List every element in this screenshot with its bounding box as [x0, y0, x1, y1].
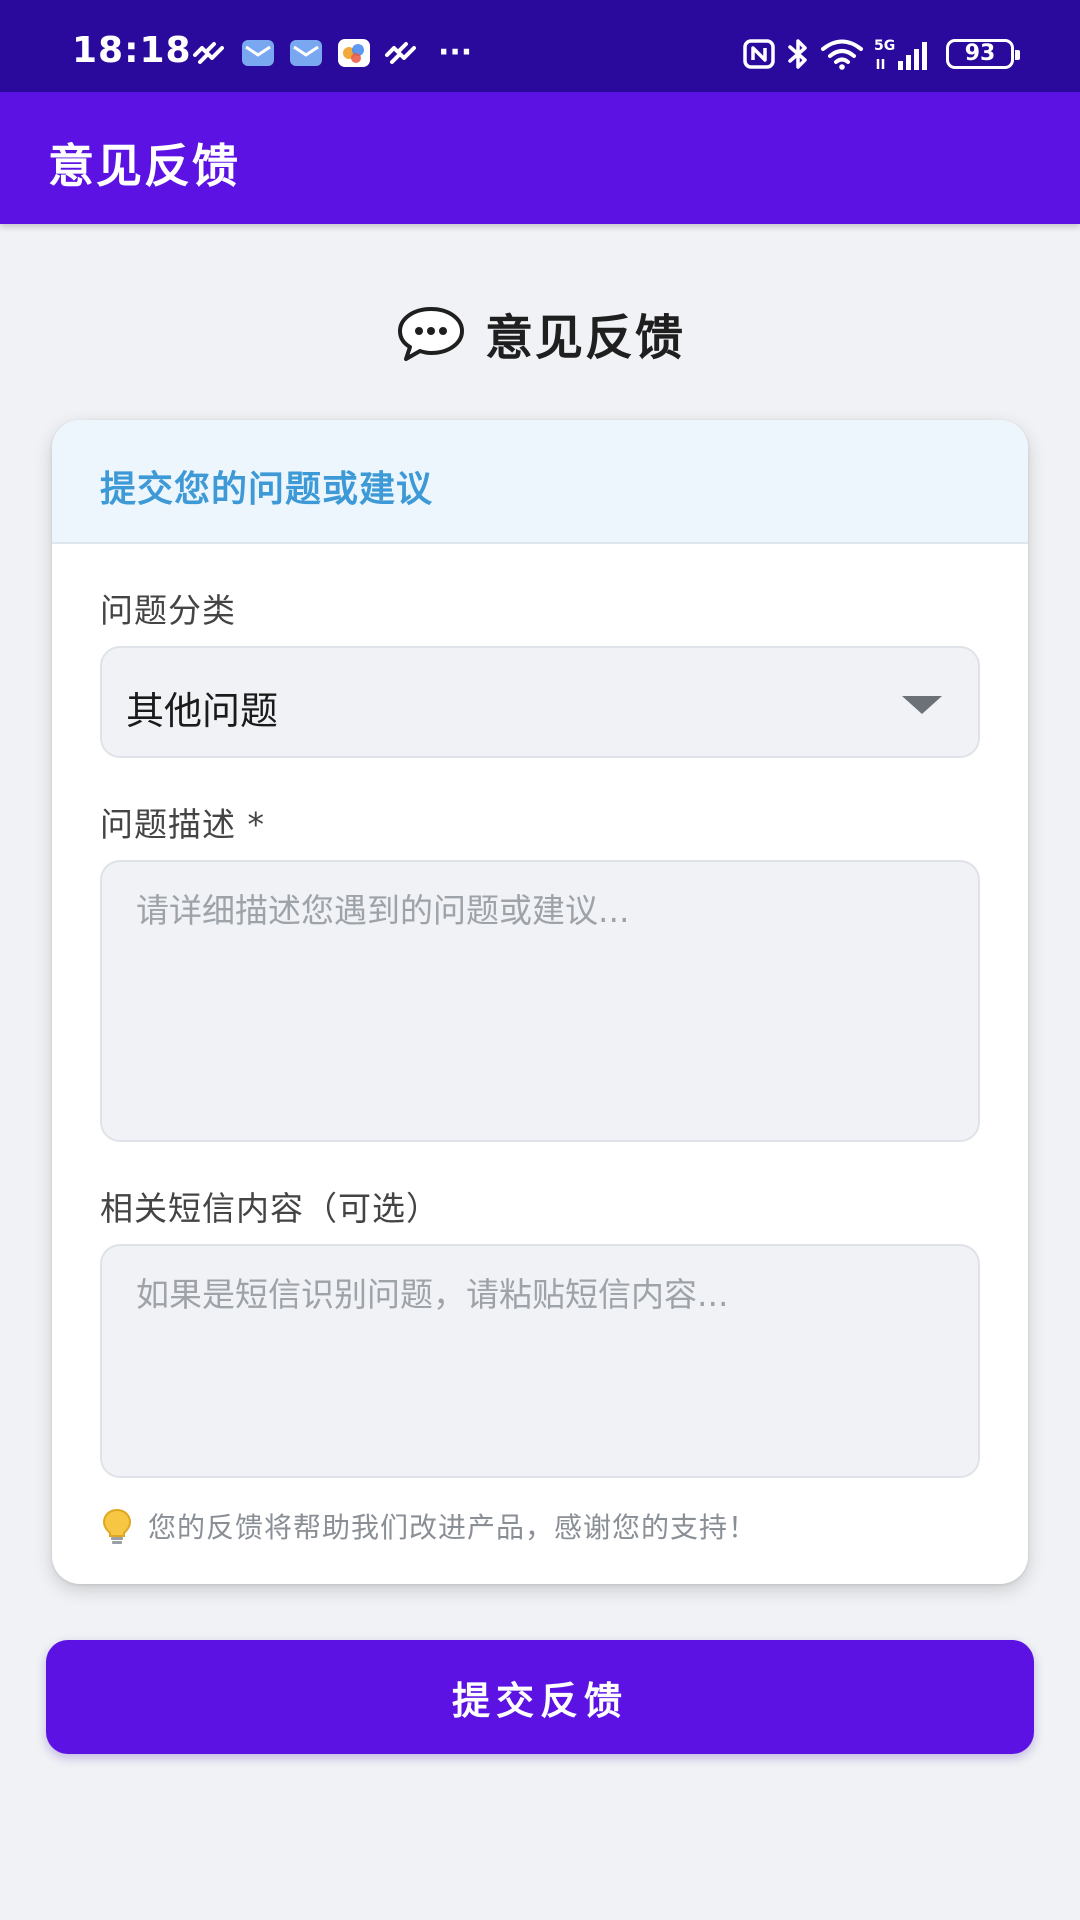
nfc-icon [743, 39, 775, 69]
lightbulb-icon [102, 1508, 132, 1544]
status-time: 18:18 [72, 30, 192, 71]
status-bar: 18:18 ··· 5G 93 [0, 0, 1080, 92]
feedback-card: 提交您的问题或建议 问题分类 其他问题 问题描述 * 相关短信内容（可选） 您的… [52, 420, 1028, 1584]
message-icon [242, 40, 274, 66]
category-select[interactable]: 其他问题 [100, 646, 980, 758]
battery-icon: 93 [946, 39, 1020, 69]
hint-text: 您的反馈将帮助我们改进产品，感谢您的支持！ [148, 1511, 758, 1544]
colorful-app-icon [338, 39, 370, 67]
hint-row: 您的反馈将帮助我们改进产品，感谢您的支持！ [100, 1506, 757, 1546]
chevron-down-icon [902, 696, 942, 714]
app-bar-title: 意见反馈 [48, 139, 240, 193]
message-icon [290, 40, 322, 66]
description-label: 问题描述 * [100, 805, 265, 844]
page-title: 意见反馈 [484, 310, 685, 366]
notification-icons: ··· [192, 36, 472, 70]
submit-feedback-button[interactable]: 提交反馈 [46, 1640, 1034, 1754]
sms-content-label: 相关短信内容（可选） [100, 1189, 440, 1228]
page-heading: 意见反馈 [0, 298, 1080, 368]
wave-icon [193, 42, 224, 64]
app-bar: 意见反馈 [0, 92, 1080, 224]
network-type: 5G [874, 38, 895, 54]
bluetooth-icon [788, 39, 807, 69]
category-label: 问题分类 [100, 591, 236, 630]
wave-icon [385, 42, 416, 64]
sms-content-textarea[interactable] [100, 1244, 980, 1478]
speech-bubble-icon [397, 307, 464, 361]
card-header-title: 提交您的问题或建议 [100, 469, 434, 510]
battery-level: 93 [964, 41, 996, 66]
more-notifications: ··· [438, 35, 473, 70]
system-icons: 5G 93 [742, 36, 1020, 72]
wifi-icon [821, 39, 863, 70]
signal-icon: 5G [874, 38, 927, 70]
category-selected-value: 其他问题 [126, 689, 279, 733]
card-header: 提交您的问题或建议 [52, 420, 1028, 544]
description-textarea[interactable] [100, 860, 980, 1142]
